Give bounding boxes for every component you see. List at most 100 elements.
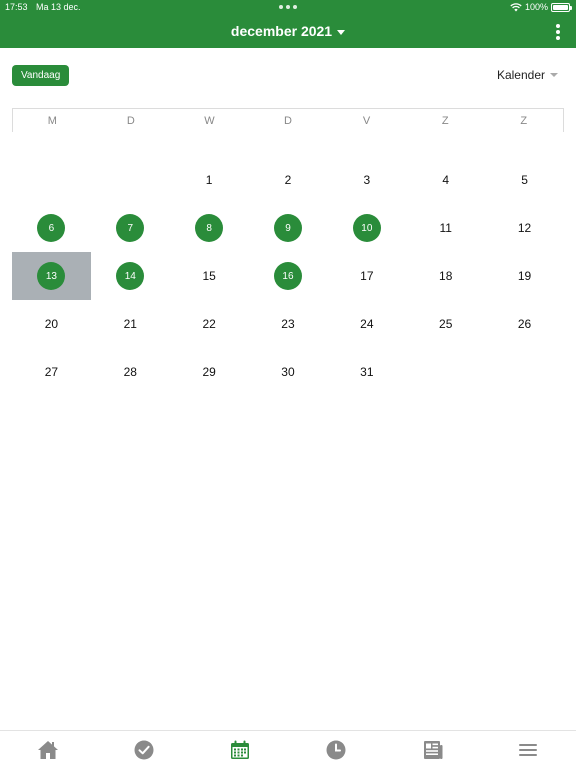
wifi-icon — [510, 2, 522, 11]
day-number-marked: 10 — [352, 214, 381, 242]
day-cell[interactable]: 11 — [406, 204, 485, 252]
day-cell[interactable]: 2 — [249, 156, 328, 204]
day-number: 4 — [442, 173, 450, 187]
weekday-label: V — [362, 115, 371, 127]
day-number: 30 — [281, 365, 295, 379]
day-cell[interactable]: 26 — [485, 300, 564, 348]
bottom-tab-bar — [0, 730, 576, 768]
day-number: 26 — [517, 317, 532, 331]
day-number: 15 — [202, 269, 216, 283]
status-indicators: 100% — [510, 2, 572, 12]
day-number: 25 — [439, 317, 453, 331]
clock-icon — [326, 740, 346, 759]
month-selector[interactable]: december 2021 — [0, 23, 576, 39]
day-number: 18 — [439, 269, 453, 283]
weekday-header: M D W D V Z Z — [12, 108, 564, 132]
day-cell[interactable]: 16 — [249, 252, 328, 300]
day-number-marked: 16 — [273, 262, 302, 290]
day-cell[interactable]: 5 — [485, 156, 564, 204]
day-cell[interactable]: 14 — [91, 252, 170, 300]
app-header: 17:53 Ma 13 dec. 100% december 2021 — [0, 0, 576, 48]
day-number: 23 — [281, 317, 295, 331]
day-cell[interactable]: 8 — [170, 204, 249, 252]
chevron-down-icon — [550, 73, 558, 77]
view-select[interactable]: Kalender — [497, 68, 558, 82]
day-cell[interactable]: 17 — [327, 252, 406, 300]
day-cell[interactable]: 29 — [170, 348, 249, 396]
status-time: 17:53 — [5, 2, 28, 12]
tab-calendar[interactable] — [192, 731, 288, 768]
day-cell[interactable]: 27 — [12, 348, 91, 396]
day-cell[interactable]: 25 — [406, 300, 485, 348]
day-cell[interactable]: 12 — [485, 204, 564, 252]
day-cell[interactable]: 19 — [485, 252, 564, 300]
status-date: Ma 13 dec. — [36, 2, 81, 12]
day-cell[interactable]: 20 — [12, 300, 91, 348]
day-cell[interactable]: 18 — [406, 252, 485, 300]
multitasking-dots-icon[interactable] — [279, 5, 297, 9]
day-cell[interactable]: 9 — [249, 204, 328, 252]
day-number: 12 — [517, 221, 532, 235]
tab-home[interactable] — [0, 731, 96, 768]
weekday-label: W — [204, 115, 215, 127]
month-title: december 2021 — [230, 23, 333, 39]
day-number-marked: 14 — [116, 262, 145, 290]
selected-day-cell[interactable]: 13 — [12, 252, 91, 300]
chevron-down-icon — [337, 29, 346, 35]
day-number: 3 — [363, 173, 371, 187]
day-number: 27 — [44, 365, 59, 379]
day-number: 17 — [360, 269, 374, 283]
day-cell[interactable]: 28 — [91, 348, 170, 396]
day-number: 31 — [360, 365, 374, 379]
day-cell[interactable]: 30 — [249, 348, 328, 396]
calendar-icon — [231, 740, 249, 759]
day-cell[interactable]: 10 — [327, 204, 406, 252]
day-number: 2 — [284, 173, 292, 187]
day-cell[interactable]: 4 — [406, 156, 485, 204]
view-select-label: Kalender — [496, 68, 545, 82]
weekday-label: D — [126, 115, 135, 127]
day-cell[interactable]: 6 — [12, 204, 91, 252]
day-cell[interactable]: 3 — [327, 156, 406, 204]
day-cell[interactable]: 23 — [249, 300, 328, 348]
day-number: 19 — [517, 269, 532, 283]
weekday-label: M — [47, 115, 57, 127]
tab-tasks[interactable] — [96, 731, 192, 768]
home-icon — [38, 740, 58, 759]
calendar-grid: 1 2 3 4 5 6 7 8 9 10 11 12 13 14 15 16 17 18 19 20 21 22 23 24 2… — [12, 156, 564, 396]
day-number: 5 — [521, 173, 528, 187]
check-circle-icon — [134, 740, 154, 759]
day-number: 28 — [123, 365, 137, 379]
day-number-marked: 7 — [116, 214, 145, 242]
day-cell[interactable]: 31 — [327, 348, 406, 396]
tab-menu[interactable] — [480, 731, 576, 768]
tab-news[interactable] — [384, 731, 480, 768]
empty-day-cell — [12, 156, 91, 204]
more-options-icon[interactable] — [555, 24, 561, 40]
day-number-marked: 8 — [195, 214, 224, 242]
day-cell[interactable]: 15 — [170, 252, 249, 300]
empty-day-cell — [91, 156, 170, 204]
tab-history[interactable] — [288, 731, 384, 768]
day-cell[interactable]: 1 — [170, 156, 249, 204]
day-number-marked: 6 — [37, 214, 66, 242]
day-cell[interactable]: 24 — [327, 300, 406, 348]
day-number: 1 — [205, 173, 213, 187]
day-number: 11 — [439, 221, 452, 235]
day-number-marked: 13 — [37, 262, 66, 290]
weekday-label: Z — [520, 115, 528, 127]
weekday-label: Z — [441, 115, 449, 127]
day-number: 21 — [123, 317, 137, 331]
day-cell[interactable]: 22 — [170, 300, 249, 348]
weekday-label: D — [284, 115, 292, 127]
day-number: 29 — [202, 365, 216, 379]
day-number: 24 — [360, 317, 374, 331]
today-button[interactable]: Vandaag — [12, 65, 70, 86]
day-number: 22 — [202, 317, 216, 331]
newspaper-icon — [424, 740, 443, 759]
menu-icon — [519, 743, 537, 756]
day-number-marked: 9 — [273, 214, 302, 242]
day-cell[interactable]: 21 — [91, 300, 170, 348]
battery-icon — [551, 2, 572, 12]
day-cell[interactable]: 7 — [91, 204, 170, 252]
